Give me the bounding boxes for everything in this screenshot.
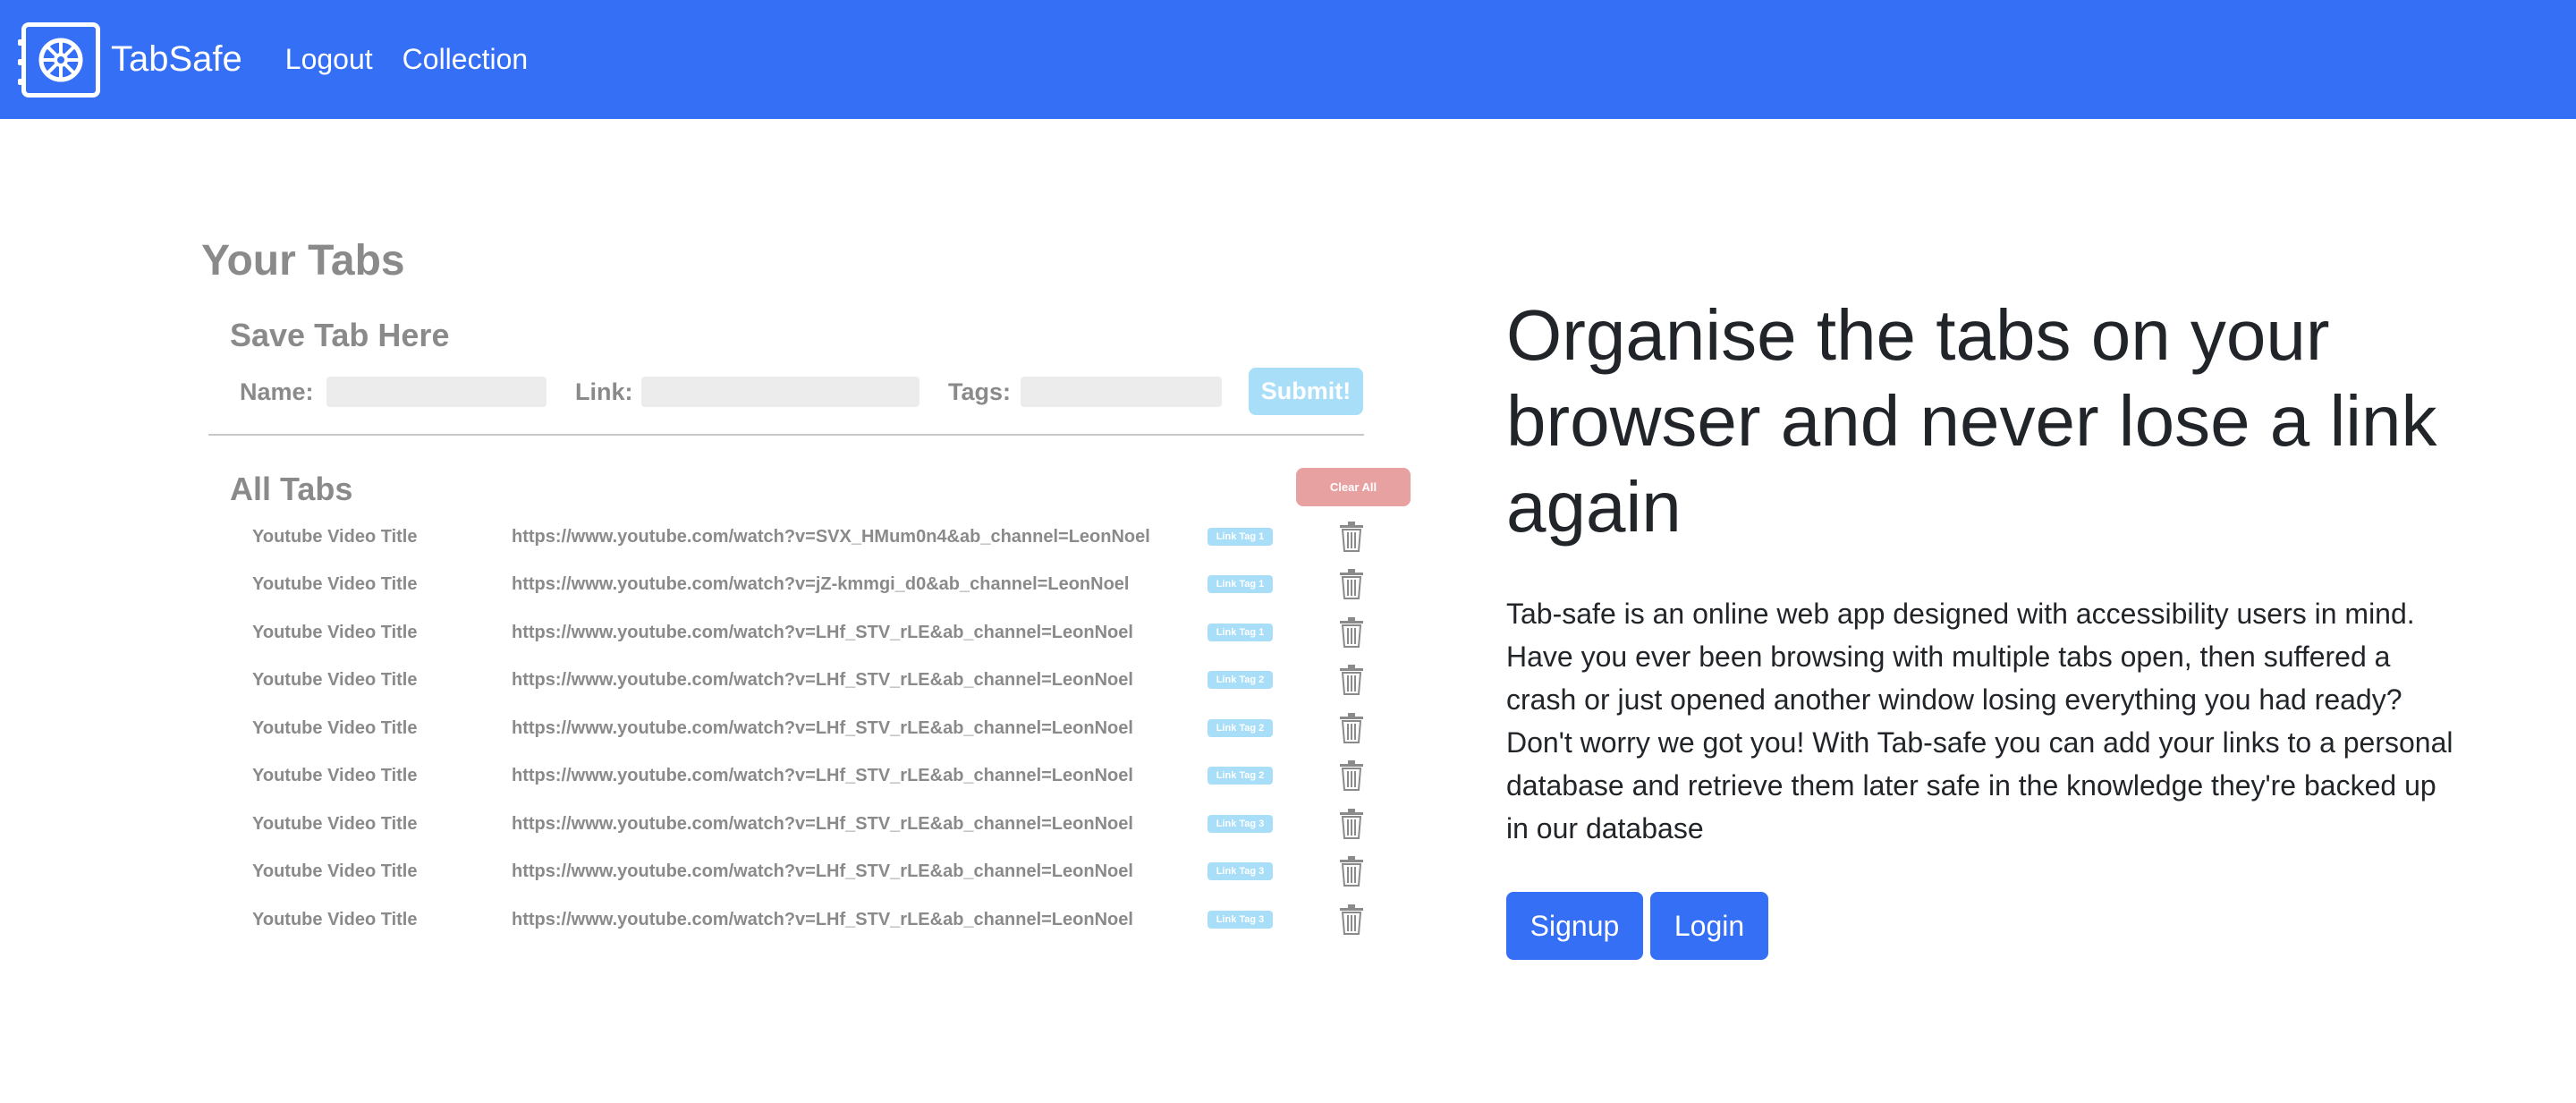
preview-tab-tag: Link Tag 2 — [1208, 719, 1273, 737]
safe-logo-icon — [18, 21, 100, 98]
preview-tab-title: Youtube Video Title — [252, 574, 418, 594]
preview-tab-url: https://www.youtube.com/watch?v=jZ-kmmgi… — [512, 574, 1130, 594]
trash-icon — [1340, 856, 1363, 887]
preview-name-label: Name: — [240, 378, 314, 405]
preview-tab-tag: Link Tag 3 — [1208, 911, 1273, 929]
preview-tab-tag: Link Tag 3 — [1208, 862, 1273, 880]
preview-tab-url: https://www.youtube.com/watch?v=LHf_STV_… — [512, 861, 1133, 881]
preview-tags-label: Tags: — [948, 378, 1012, 405]
preview-link-label: Link: — [575, 378, 633, 405]
preview-tab-row: Youtube Video Title https://www.youtube.… — [201, 809, 1418, 841]
signup-button[interactable]: Signup — [1506, 892, 1643, 960]
preview-submit-button: Submit! — [1249, 368, 1363, 415]
preview-tab-row: Youtube Video Title https://www.youtube.… — [201, 713, 1418, 745]
preview-tab-url: https://www.youtube.com/watch?v=LHf_STV_… — [512, 814, 1133, 834]
preview-link-field — [641, 377, 919, 407]
trash-icon — [1340, 617, 1363, 648]
preview-save-tab-heading: Save Tab Here — [230, 317, 450, 353]
hero-title: Organise the tabs on your browser and ne… — [1506, 295, 2437, 547]
preview-tab-tag: Link Tag 3 — [1208, 815, 1273, 833]
preview-tab-row: Youtube Video Title https://www.youtube.… — [201, 904, 1418, 937]
preview-tab-row: Youtube Video Title https://www.youtube.… — [201, 617, 1418, 649]
login-button[interactable]: Login — [1650, 892, 1768, 960]
preview-tab-tag: Link Tag 1 — [1208, 624, 1273, 641]
preview-tab-row: Youtube Video Title https://www.youtube.… — [201, 522, 1418, 554]
preview-tab-title: Youtube Video Title — [252, 623, 418, 642]
preview-tab-url: https://www.youtube.com/watch?v=LHf_STV_… — [512, 718, 1133, 738]
preview-tab-title: Youtube Video Title — [252, 910, 418, 929]
preview-your-tabs-heading: Your Tabs — [201, 237, 405, 284]
preview-tab-title: Youtube Video Title — [252, 861, 418, 881]
preview-clear-all-button: Clear All — [1296, 468, 1411, 506]
preview-tab-tag: Link Tag 2 — [1208, 767, 1273, 785]
preview-tab-title: Youtube Video Title — [252, 718, 418, 738]
preview-all-tabs-heading: All Tabs — [230, 471, 353, 507]
trash-icon — [1340, 760, 1363, 791]
preview-tags-field — [1021, 377, 1222, 407]
navbar: TabSafe Logout Collection — [0, 0, 2576, 119]
nav-link-collection[interactable]: Collection — [402, 43, 529, 76]
preview-tab-title: Youtube Video Title — [252, 670, 418, 690]
preview-divider — [208, 434, 1364, 436]
trash-icon — [1340, 569, 1363, 599]
trash-icon — [1340, 522, 1363, 552]
hero-description: Tab-safe is an online web app designed w… — [1506, 598, 2453, 844]
preview-tab-tag: Link Tag 2 — [1208, 671, 1273, 689]
preview-tab-title: Youtube Video Title — [252, 814, 418, 834]
preview-tab-row: Youtube Video Title https://www.youtube.… — [201, 760, 1418, 793]
preview-tab-title: Youtube Video Title — [252, 766, 418, 785]
preview-tab-row: Youtube Video Title https://www.youtube.… — [201, 856, 1418, 888]
preview-tab-tag: Link Tag 1 — [1208, 528, 1273, 546]
app-preview-illustration: Your Tabs Save Tab Here Name: Link: Tags… — [201, 229, 1418, 945]
trash-icon — [1340, 713, 1363, 743]
preview-tab-url: https://www.youtube.com/watch?v=SVX_HMum… — [512, 527, 1150, 547]
preview-tab-url: https://www.youtube.com/watch?v=LHf_STV_… — [512, 766, 1133, 785]
preview-name-field — [326, 377, 547, 407]
trash-icon — [1340, 665, 1363, 695]
preview-tab-title: Youtube Video Title — [252, 527, 418, 547]
preview-tab-row: Youtube Video Title https://www.youtube.… — [201, 665, 1418, 697]
nav-link-logout[interactable]: Logout — [285, 43, 373, 76]
preview-tab-row: Youtube Video Title https://www.youtube.… — [201, 569, 1418, 601]
brand-name: TabSafe — [111, 39, 242, 79]
preview-tab-url: https://www.youtube.com/watch?v=LHf_STV_… — [512, 670, 1133, 690]
trash-icon — [1340, 809, 1363, 839]
preview-tab-url: https://www.youtube.com/watch?v=LHf_STV_… — [512, 623, 1133, 642]
preview-tab-tag: Link Tag 1 — [1208, 575, 1273, 593]
trash-icon — [1340, 904, 1363, 935]
brand-link[interactable]: TabSafe — [18, 21, 242, 98]
preview-tab-url: https://www.youtube.com/watch?v=LHf_STV_… — [512, 910, 1133, 929]
